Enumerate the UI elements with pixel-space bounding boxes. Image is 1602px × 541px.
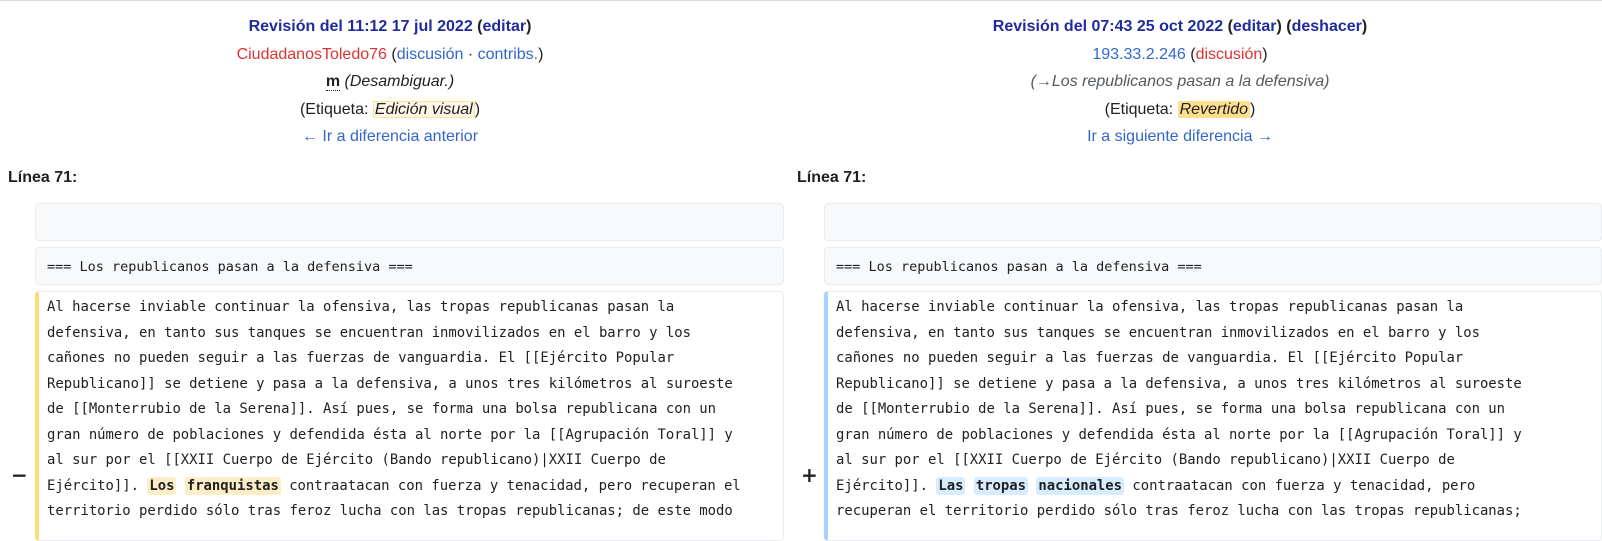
new-tag-line: (Etiqueta: Revertido) <box>1104 100 1256 118</box>
old-user-line: CiudadanosToledo76 (discusión · contribs… <box>236 45 544 63</box>
old-summary-line: m (Desambiguar.) <box>0 68 780 96</box>
diff-line: de [[Monterrubio de la Serena]]. Así pue… <box>836 401 1506 417</box>
old-context-empty <box>35 203 784 241</box>
minor-edit-flag: m <box>325 73 341 91</box>
diff-line: gran número de poblaciones y defendida é… <box>47 426 733 443</box>
new-edit-summary[interactable]: (→Los republicanos pasan a la defensiva) <box>1031 73 1330 90</box>
new-user-line: 193.33.2.246 (discusión) <box>1092 45 1268 63</box>
new-revision-header: Revisión del 07:43 25 oct 2022 (editar) … <box>790 13 1570 151</box>
new-summary-line: (→Los republicanos pasan a la defensiva) <box>790 68 1570 96</box>
old-edit-summary: (Desambiguar.) <box>344 73 455 90</box>
new-talk-link[interactable]: discusión <box>1196 46 1263 63</box>
new-edit-link[interactable]: editar <box>1233 18 1277 35</box>
old-edit-link[interactable]: editar <box>483 18 527 35</box>
tag-reverted[interactable]: Revertido <box>1177 100 1251 118</box>
diff-line: Al hacerse inviable continuar la ofensiv… <box>47 299 675 315</box>
diff-line: al sur por el [[XXII Cuerpo de Ejército … <box>47 452 666 468</box>
added-word: nacionales <box>1036 476 1125 495</box>
added-line-block: Al hacerse inviable continuar la ofensiv… <box>824 291 1602 541</box>
new-user-link[interactable]: 193.33.2.246 <box>1092 46 1185 63</box>
diff-line: Republicano]] se detiene y pasa a la def… <box>47 375 733 392</box>
tag-visual-edit[interactable]: Edición visual <box>372 100 475 118</box>
undo-link[interactable]: deshacer <box>1292 18 1362 35</box>
old-revision-header: Revisión del 11:12 17 jul 2022 (editar) … <box>0 13 780 151</box>
old-revision-title-line: Revisión del 11:12 17 jul 2022 (editar) <box>248 18 532 35</box>
old-tag-line: (Etiqueta: Edición visual) <box>299 100 481 118</box>
diff-line: Republicano]] se detiene y pasa a la def… <box>836 375 1522 392</box>
deleted-word: Los <box>147 476 177 495</box>
diff-line: Al hacerse inviable continuar la ofensiv… <box>836 299 1464 315</box>
old-context-heading: === Los republicanos pasan a la defensiv… <box>35 247 784 285</box>
deleted-word: franquistas <box>184 476 281 495</box>
diff-line: Ejército]]. Los franquistas contraatacan… <box>47 476 741 495</box>
new-revision-title-line: Revisión del 07:43 25 oct 2022 (editar) … <box>992 18 1368 35</box>
diff-line: Ejército]]. Las tropas nacionales contra… <box>836 476 1476 495</box>
diff-line: defensiva, en tanto sus tanques se encue… <box>47 324 691 341</box>
old-revision-link[interactable]: Revisión del 11:12 17 jul 2022 <box>249 18 473 35</box>
added-word: Las <box>936 476 966 495</box>
new-revision-link[interactable]: Revisión del 07:43 25 oct 2022 <box>993 18 1223 35</box>
separator-dot: · <box>467 45 474 63</box>
deleted-line-block: Al hacerse inviable continuar la ofensiv… <box>35 291 784 541</box>
deleted-line-marker: − <box>11 463 28 487</box>
added-line-marker: + <box>801 463 818 487</box>
diff-line: recuperan el territorio perdido sólo tra… <box>836 503 1522 519</box>
new-context-empty <box>824 203 1602 241</box>
old-contribs-link[interactable]: contribs. <box>478 46 538 63</box>
diff-line: territorio perdido sólo tras feroz lucha… <box>47 503 733 519</box>
diff-line: defensiva, en tanto sus tanques se encue… <box>836 324 1480 341</box>
old-talk-link[interactable]: discusión <box>397 46 464 63</box>
diff-line: cañones no pueden seguir a las fuerzas d… <box>47 350 675 366</box>
added-word: tropas <box>973 476 1029 495</box>
old-user-link[interactable]: CiudadanosToledo76 <box>237 46 387 63</box>
old-line-number: Línea 71: <box>8 169 78 186</box>
new-context-heading: === Los republicanos pasan a la defensiv… <box>824 247 1602 285</box>
diff-line: al sur por el [[XXII Cuerpo de Ejército … <box>836 452 1455 468</box>
previous-diff-link[interactable]: ← Ir a diferencia anterior <box>302 128 478 145</box>
new-line-number: Línea 71: <box>797 169 867 186</box>
diff-line: gran número de poblaciones y defendida é… <box>836 426 1522 443</box>
next-diff-link[interactable]: Ir a siguiente diferencia → <box>1087 128 1273 145</box>
diff-line: de [[Monterrubio de la Serena]]. Así pue… <box>47 401 717 417</box>
diff-line: cañones no pueden seguir a las fuerzas d… <box>836 350 1464 366</box>
